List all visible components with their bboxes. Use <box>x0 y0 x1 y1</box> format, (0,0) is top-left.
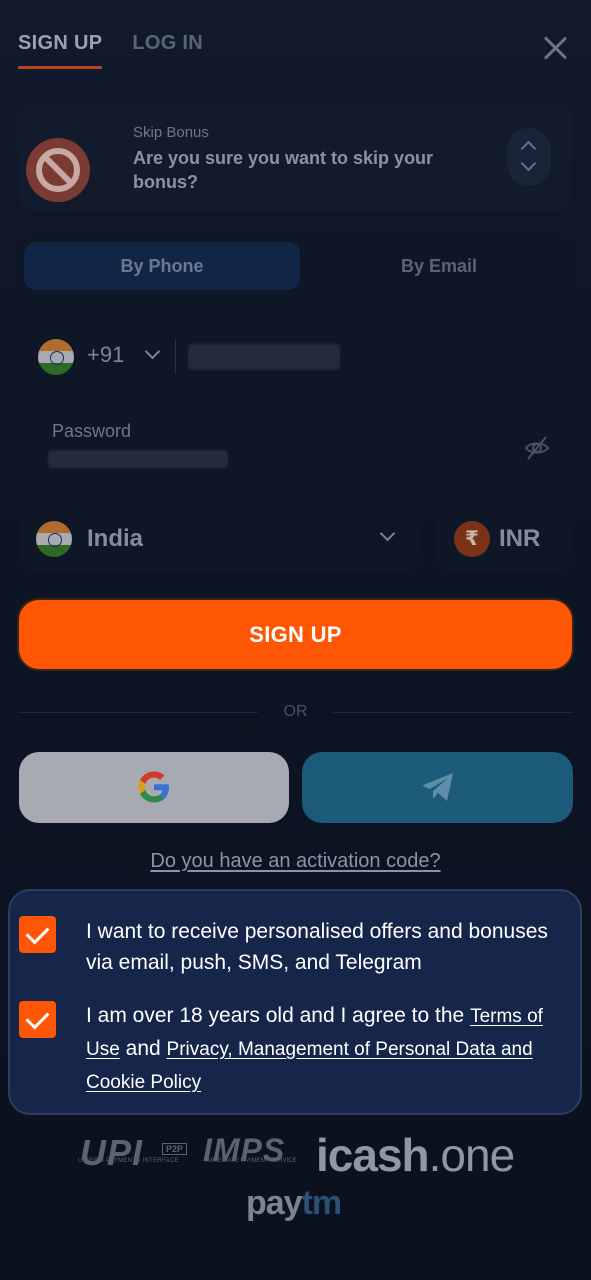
activation-code-link[interactable]: Do you have an activation code? <box>0 850 591 873</box>
bonus-text: Are you sure you want to skip your bonus… <box>133 148 434 192</box>
tab-log-in[interactable]: LOG IN <box>132 32 203 69</box>
field-divider <box>175 340 176 374</box>
and-text: and <box>125 1037 161 1060</box>
chevron-down-icon <box>379 525 396 542</box>
by-email-option[interactable]: By Email <box>301 242 577 290</box>
sign-up-button[interactable]: SIGN UP <box>17 598 574 671</box>
paytm-logo: paytm <box>246 1184 342 1222</box>
age-prefix: I am over 18 years old and I agree to th… <box>86 1004 465 1027</box>
phone-field[interactable]: +91 <box>20 324 571 390</box>
password-input[interactable] <box>48 450 228 468</box>
or-divider: OR <box>18 702 573 722</box>
currency-code: INR <box>499 525 541 552</box>
google-login-button[interactable] <box>19 752 289 823</box>
phone-number-input[interactable] <box>188 344 340 370</box>
india-flag-icon <box>36 521 72 557</box>
consent-panel: I want to receive personalised offers an… <box>8 889 582 1115</box>
india-flag-icon <box>38 339 74 375</box>
telegram-login-button[interactable] <box>302 752 573 823</box>
upi-subtitle: UNIFIED PAYMENTS INTERFACE <box>78 1158 179 1164</box>
rupee-icon: ₹ <box>454 521 490 557</box>
imps-subtitle: IMMEDIATE PAYMENT SERVICE <box>206 1158 297 1164</box>
by-phone-option[interactable]: By Phone <box>24 242 300 290</box>
currency-select[interactable]: ₹ INR <box>436 506 571 572</box>
upi-p2p-tag: P2P <box>162 1143 188 1155</box>
close-icon[interactable] <box>541 34 569 62</box>
chevron-down-icon[interactable] <box>144 343 161 360</box>
telegram-icon <box>422 773 453 801</box>
no-bonus-icon <box>26 138 90 202</box>
password-label: Password <box>52 421 132 441</box>
chevron-up-icon <box>520 140 537 157</box>
password-field[interactable]: Password <box>20 414 571 482</box>
bonus-selector-arrows[interactable] <box>507 128 551 186</box>
country-name: India <box>87 525 144 552</box>
age-terms-checkbox[interactable] <box>19 1001 56 1038</box>
registration-method-switch: By Phone By Email <box>18 236 573 294</box>
auth-tabs: SIGN UP LOG IN <box>18 32 203 69</box>
bonus-subtitle: Skip Bonus <box>133 124 209 141</box>
google-icon <box>138 771 169 803</box>
offers-consent-text: I want to receive personalised offers an… <box>86 920 548 974</box>
upi-logo: UPI <box>80 1132 144 1173</box>
signup-screen: SIGN UP LOG IN Skip Bonus Are you sure y… <box>0 0 591 1280</box>
skip-bonus-card[interactable]: Skip Bonus Are you sure you want to skip… <box>18 102 573 210</box>
eye-hidden-icon[interactable] <box>523 434 551 462</box>
icash-logo: icash.one <box>316 1129 515 1181</box>
age-terms-text: I am over 18 years old and I agree to th… <box>86 1000 576 1099</box>
country-select[interactable]: India <box>20 506 419 572</box>
tab-sign-up[interactable]: SIGN UP <box>18 32 103 69</box>
country-code[interactable]: +91 <box>87 342 124 368</box>
chevron-down-icon <box>520 155 537 172</box>
offers-checkbox[interactable] <box>19 916 56 953</box>
